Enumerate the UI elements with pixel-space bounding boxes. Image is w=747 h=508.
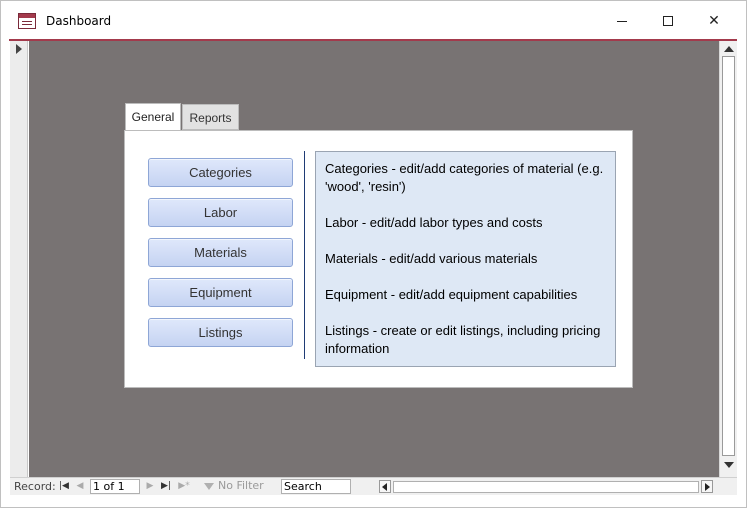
listings-button[interactable]: Listings: [148, 318, 293, 347]
scroll-up-icon[interactable]: [724, 46, 734, 52]
filter-toggle[interactable]: No Filter: [204, 479, 276, 494]
tab-reports[interactable]: Reports: [182, 104, 239, 130]
close-button[interactable]: ✕: [691, 6, 737, 36]
vertical-scrollbar[interactable]: [719, 41, 737, 477]
search-input[interactable]: Search: [281, 479, 351, 494]
equipment-description: Equipment - edit/add equipment capabilit…: [325, 287, 578, 302]
tab-general[interactable]: General: [125, 103, 181, 130]
scroll-left-icon[interactable]: [379, 480, 391, 493]
next-record-icon[interactable]: ▶: [144, 480, 156, 493]
listings-description: Listings - create or edit listings, incl…: [325, 323, 601, 356]
window-title: Dashboard: [46, 14, 112, 28]
description-panel: Categories - edit/add categories of mate…: [315, 151, 616, 367]
last-record-icon[interactable]: ▶|: [160, 480, 172, 493]
scroll-down-icon[interactable]: [724, 462, 734, 468]
previous-record-icon[interactable]: ◀: [74, 480, 86, 493]
horizontal-scrollbar[interactable]: [378, 478, 716, 495]
materials-button[interactable]: Materials: [148, 238, 293, 267]
minimize-button[interactable]: [599, 6, 645, 36]
minimize-icon: [617, 20, 627, 22]
access-window: Dashboard ✕ General Reports Categories L…: [0, 0, 747, 508]
record-label: Record:: [14, 480, 56, 493]
record-navigation-bar: Record: |◀ ◀ 1 of 1 ▶ ▶| ▶* No Filter Se…: [10, 477, 737, 495]
horizontal-scroll-track[interactable]: [393, 481, 699, 493]
first-record-icon[interactable]: |◀: [58, 480, 70, 493]
equipment-button[interactable]: Equipment: [148, 278, 293, 307]
divider-line: [304, 151, 305, 359]
scroll-thumb[interactable]: [722, 56, 735, 456]
scroll-right-icon[interactable]: [701, 480, 713, 493]
close-icon: ✕: [708, 13, 720, 29]
filter-icon: [204, 483, 214, 490]
categories-description: Categories - edit/add categories of mate…: [325, 161, 604, 194]
record-selector[interactable]: [10, 41, 28, 477]
labor-description: Labor - edit/add labor types and costs: [325, 215, 543, 230]
filter-label: No Filter: [218, 479, 264, 492]
new-record-icon[interactable]: ▶*: [176, 480, 192, 493]
form-icon: [18, 13, 36, 29]
current-record-icon: [16, 44, 22, 54]
current-record-field[interactable]: 1 of 1: [90, 479, 140, 494]
labor-button[interactable]: Labor: [148, 198, 293, 227]
materials-description: Materials - edit/add various materials: [325, 251, 538, 266]
maximize-icon: [663, 16, 673, 26]
maximize-button[interactable]: [645, 6, 691, 36]
categories-button[interactable]: Categories: [148, 158, 293, 187]
title-bar: Dashboard ✕: [1, 1, 746, 39]
